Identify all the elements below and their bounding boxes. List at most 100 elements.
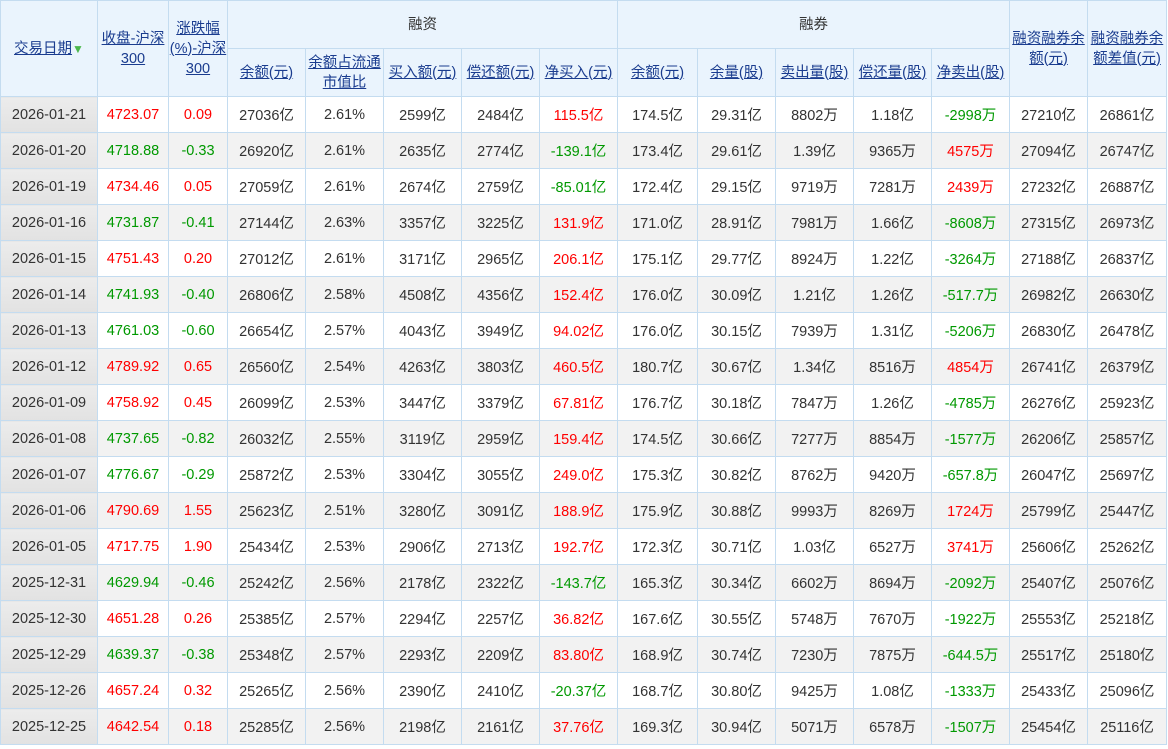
financing-col-header[interactable]: 净买入(元) [539,48,618,97]
date-cell: 2025-12-30 [0,600,98,637]
sort-link[interactable]: 余额占流通市值比 [308,55,381,91]
value-cell: 2713亿 [461,528,540,565]
value-cell: 7875万 [853,636,932,673]
value-cell: 4575万 [931,132,1010,169]
value-cell: 2906亿 [383,528,462,565]
value-cell: 2.54% [305,348,384,385]
lending-col-header[interactable]: 卖出量(股) [775,48,854,97]
value-cell: -0.60 [168,312,228,349]
sort-link[interactable]: 净卖出(股) [937,65,1005,81]
value-cell: 25407亿 [1009,564,1088,601]
value-cell: 30.94亿 [697,708,776,745]
value-cell: 6578万 [853,708,932,745]
financing-col-header[interactable]: 余额(元) [227,48,306,97]
value-cell: 3379亿 [461,384,540,421]
value-cell: 26047亿 [1009,456,1088,493]
sort-date-link[interactable]: 交易日期 [14,41,72,57]
value-cell: 1.08亿 [853,672,932,709]
value-cell: 37.76亿 [539,708,618,745]
lending-col-header[interactable]: 偿还量(股) [853,48,932,97]
value-cell: 175.9亿 [617,492,698,529]
date-cell: 2026-01-08 [0,420,98,457]
sort-link[interactable]: 余额(元) [631,65,684,81]
col-close-header[interactable]: 收盘-沪深300 [97,0,169,97]
value-cell: 8269万 [853,492,932,529]
financing-col-header[interactable]: 买入额(元) [383,48,462,97]
value-cell: 4731.87 [97,204,169,241]
date-cell: 2025-12-29 [0,636,98,673]
value-cell: 30.88亿 [697,492,776,529]
value-cell: 2.61% [305,96,384,133]
value-cell: 2.51% [305,492,384,529]
lending-col-header[interactable]: 净卖出(股) [931,48,1010,97]
value-cell: 30.66亿 [697,420,776,457]
value-cell: -0.82 [168,420,228,457]
value-cell: 26830亿 [1009,312,1088,349]
col-diff-header[interactable]: 融资融券余额差值(元) [1087,0,1167,97]
sort-link[interactable]: 余量(股) [710,65,763,81]
table-row: 2025-12-25 4642.54 0.18 25285亿 2.56% 2198亿 216… [0,708,1167,745]
value-cell: 26032亿 [227,420,306,457]
sort-link[interactable]: 买入额(元) [389,65,457,81]
sort-diff-link[interactable]: 融资融券余额差值(元) [1091,31,1164,67]
value-cell: -1333万 [931,672,1010,709]
lending-col-header[interactable]: 余额(元) [617,48,698,97]
sort-total-link[interactable]: 融资融券余额(元) [1012,31,1085,67]
value-cell: 3055亿 [461,456,540,493]
value-cell: 25923亿 [1087,384,1167,421]
value-cell: 27315亿 [1009,204,1088,241]
sort-link[interactable]: 余额(元) [240,65,293,81]
value-cell: 175.1亿 [617,240,698,277]
value-cell: 3091亿 [461,492,540,529]
value-cell: 2257亿 [461,600,540,637]
table-row: 2026-01-08 4737.65 -0.82 26032亿 2.55% 3119亿 29… [0,420,1167,457]
sort-close-link[interactable]: 收盘-沪深300 [102,31,165,67]
value-cell: 2674亿 [383,168,462,205]
date-cell: 2026-01-05 [0,528,98,565]
value-cell: 249.0亿 [539,456,618,493]
value-cell: 4741.93 [97,276,169,313]
sort-change-link[interactable]: 涨跌幅(%)-沪深300 [170,21,226,77]
value-cell: 0.20 [168,240,228,277]
financing-col-header[interactable]: 余额占流通市值比 [305,48,384,97]
date-cell: 2025-12-25 [0,708,98,745]
value-cell: -5206万 [931,312,1010,349]
table-row: 2026-01-06 4790.69 1.55 25623亿 2.51% 3280亿 309… [0,492,1167,529]
value-cell: 4854万 [931,348,1010,385]
value-cell: 4043亿 [383,312,462,349]
value-cell: 26887亿 [1087,168,1167,205]
value-cell: -1922万 [931,600,1010,637]
sort-link[interactable]: 净买入(元) [545,65,613,81]
value-cell: 7230万 [775,636,854,673]
value-cell: 3741万 [931,528,1010,565]
value-cell: 175.3亿 [617,456,698,493]
value-cell: 2.61% [305,168,384,205]
value-cell: -644.5万 [931,636,1010,673]
financing-col-header[interactable]: 偿还额(元) [461,48,540,97]
value-cell: 25517亿 [1009,636,1088,673]
col-change-header[interactable]: 涨跌幅(%)-沪深300 [168,0,228,97]
value-cell: 25872亿 [227,456,306,493]
value-cell: 2.57% [305,636,384,673]
sort-link[interactable]: 卖出量(股) [781,65,849,81]
value-cell: 3357亿 [383,204,462,241]
value-cell: 131.9亿 [539,204,618,241]
col-total-header[interactable]: 融资融券余额(元) [1009,0,1088,97]
value-cell: 27232亿 [1009,168,1088,205]
value-cell: 26099亿 [227,384,306,421]
lending-group-header: 融券 [617,0,1010,49]
value-cell: 167.6亿 [617,600,698,637]
value-cell: 25116亿 [1087,708,1167,745]
value-cell: 4790.69 [97,492,169,529]
value-cell: 0.05 [168,168,228,205]
value-cell: -0.38 [168,636,228,673]
table-row: 2026-01-20 4718.88 -0.33 26920亿 2.61% 2635亿 27… [0,132,1167,169]
sort-link[interactable]: 偿还额(元) [467,65,535,81]
value-cell: 8694万 [853,564,932,601]
col-date-header[interactable]: 交易日期▼ [0,0,98,97]
value-cell: 2209亿 [461,636,540,673]
value-cell: 25857亿 [1087,420,1167,457]
lending-col-header[interactable]: 余量(股) [697,48,776,97]
value-cell: 26920亿 [227,132,306,169]
sort-link[interactable]: 偿还量(股) [859,65,927,81]
